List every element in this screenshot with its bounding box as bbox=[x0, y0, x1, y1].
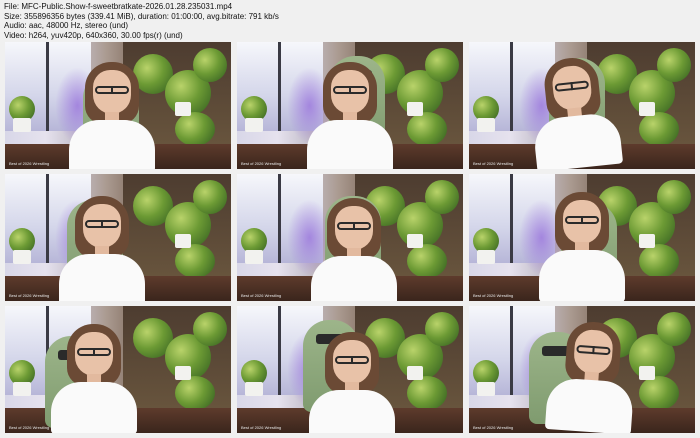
plant-pot bbox=[639, 366, 655, 380]
watermark-text: Best of 2026 Wrestling bbox=[9, 425, 50, 430]
white-shirt bbox=[539, 250, 625, 301]
watermark-text: Best of 2026 Wrestling bbox=[241, 161, 282, 166]
white-shirt bbox=[69, 120, 155, 169]
watermark-text: Best of 2026 Wrestling bbox=[473, 293, 514, 298]
plant bbox=[639, 376, 679, 410]
person bbox=[305, 56, 395, 169]
video-thumbnail[interactable]: Best of 2026 Wrestling bbox=[469, 42, 695, 169]
video-thumbnail[interactable]: Best of 2026 Wrestling bbox=[237, 42, 463, 169]
plant-pot bbox=[407, 234, 423, 248]
plant-pot bbox=[477, 118, 495, 132]
plant bbox=[407, 244, 447, 278]
plant bbox=[193, 312, 227, 346]
person bbox=[523, 48, 624, 169]
video-info-line: Video: h264, yuv420p, 640x360, 30.00 fps… bbox=[4, 30, 183, 40]
watermark-text: Best of 2026 Wrestling bbox=[473, 161, 514, 166]
video-thumbnail[interactable]: Best of 2026 Wrestling bbox=[469, 174, 695, 301]
file-size-line: Size: 355896356 bytes (339.41 MiB), dura… bbox=[4, 11, 279, 21]
glasses bbox=[335, 356, 369, 364]
video-thumbnail[interactable]: Best of 2026 Wrestling bbox=[237, 174, 463, 301]
white-shirt bbox=[59, 254, 145, 301]
watermark-text: Best of 2026 Wrestling bbox=[473, 425, 514, 430]
plant-pot bbox=[407, 366, 423, 380]
plant bbox=[175, 244, 215, 278]
person bbox=[543, 313, 640, 433]
plant-pot bbox=[639, 234, 655, 248]
file-name-line: File: MFC-Public.Show-f-sweetbratkate-20… bbox=[4, 2, 233, 11]
glasses bbox=[85, 220, 119, 228]
plant-pot bbox=[175, 102, 191, 116]
plant bbox=[657, 180, 691, 214]
plant-pot bbox=[13, 118, 31, 132]
glasses bbox=[565, 216, 599, 224]
plant-pot bbox=[477, 382, 495, 396]
plant-pot bbox=[245, 118, 263, 132]
plant bbox=[407, 112, 447, 146]
plant bbox=[175, 376, 215, 410]
glasses bbox=[333, 86, 367, 94]
plant-pot bbox=[245, 250, 263, 264]
plant bbox=[425, 48, 459, 82]
white-shirt bbox=[51, 382, 137, 433]
video-thumbnail[interactable]: Best of 2026 Wrestling bbox=[5, 42, 231, 169]
plant-pot bbox=[245, 382, 263, 396]
plant bbox=[639, 112, 679, 146]
plant-pot bbox=[13, 382, 31, 396]
plant bbox=[407, 376, 447, 410]
plant-pot bbox=[477, 250, 495, 264]
video-thumbnail[interactable]: Best of 2026 Wrestling bbox=[5, 174, 231, 301]
white-shirt bbox=[307, 120, 393, 169]
watermark-text: Best of 2026 Wrestling bbox=[241, 425, 282, 430]
glasses bbox=[77, 348, 111, 356]
plant bbox=[657, 312, 691, 346]
plant bbox=[639, 244, 679, 278]
person bbox=[309, 192, 399, 301]
white-shirt bbox=[311, 256, 397, 301]
plant bbox=[193, 48, 227, 82]
plant-pot bbox=[13, 250, 31, 264]
person bbox=[67, 56, 157, 169]
thumbnail-grid: Best of 2026 Wrestling Best of 2026 Wres… bbox=[5, 42, 695, 433]
plant bbox=[425, 180, 459, 214]
watermark-text: Best of 2026 Wrestling bbox=[241, 293, 282, 298]
plant-pot bbox=[407, 102, 423, 116]
watermark-text: Best of 2026 Wrestling bbox=[9, 293, 50, 298]
plant bbox=[657, 48, 691, 82]
person bbox=[57, 190, 147, 301]
plant-pot bbox=[175, 366, 191, 380]
white-shirt bbox=[532, 111, 624, 169]
plant-pot bbox=[175, 234, 191, 248]
video-thumbnail[interactable]: Best of 2026 Wrestling bbox=[5, 306, 231, 433]
glasses bbox=[95, 86, 129, 94]
audio-info-line: Audio: aac, 48000 Hz, stereo (und) bbox=[4, 21, 129, 31]
video-thumbnail[interactable]: Best of 2026 Wrestling bbox=[469, 306, 695, 433]
person bbox=[537, 186, 627, 301]
watermark-text: Best of 2026 Wrestling bbox=[9, 161, 50, 166]
plant bbox=[193, 180, 227, 214]
plant bbox=[425, 312, 459, 346]
person bbox=[49, 318, 139, 433]
glasses bbox=[337, 222, 371, 230]
person bbox=[307, 326, 397, 433]
white-shirt bbox=[309, 390, 395, 433]
plant bbox=[175, 112, 215, 146]
white-shirt bbox=[544, 376, 635, 433]
plant-pot bbox=[639, 102, 655, 116]
video-thumbnail[interactable]: Best of 2026 Wrestling bbox=[237, 306, 463, 433]
file-info-header: File: MFC-Public.Show-f-sweetbratkate-20… bbox=[4, 2, 604, 40]
